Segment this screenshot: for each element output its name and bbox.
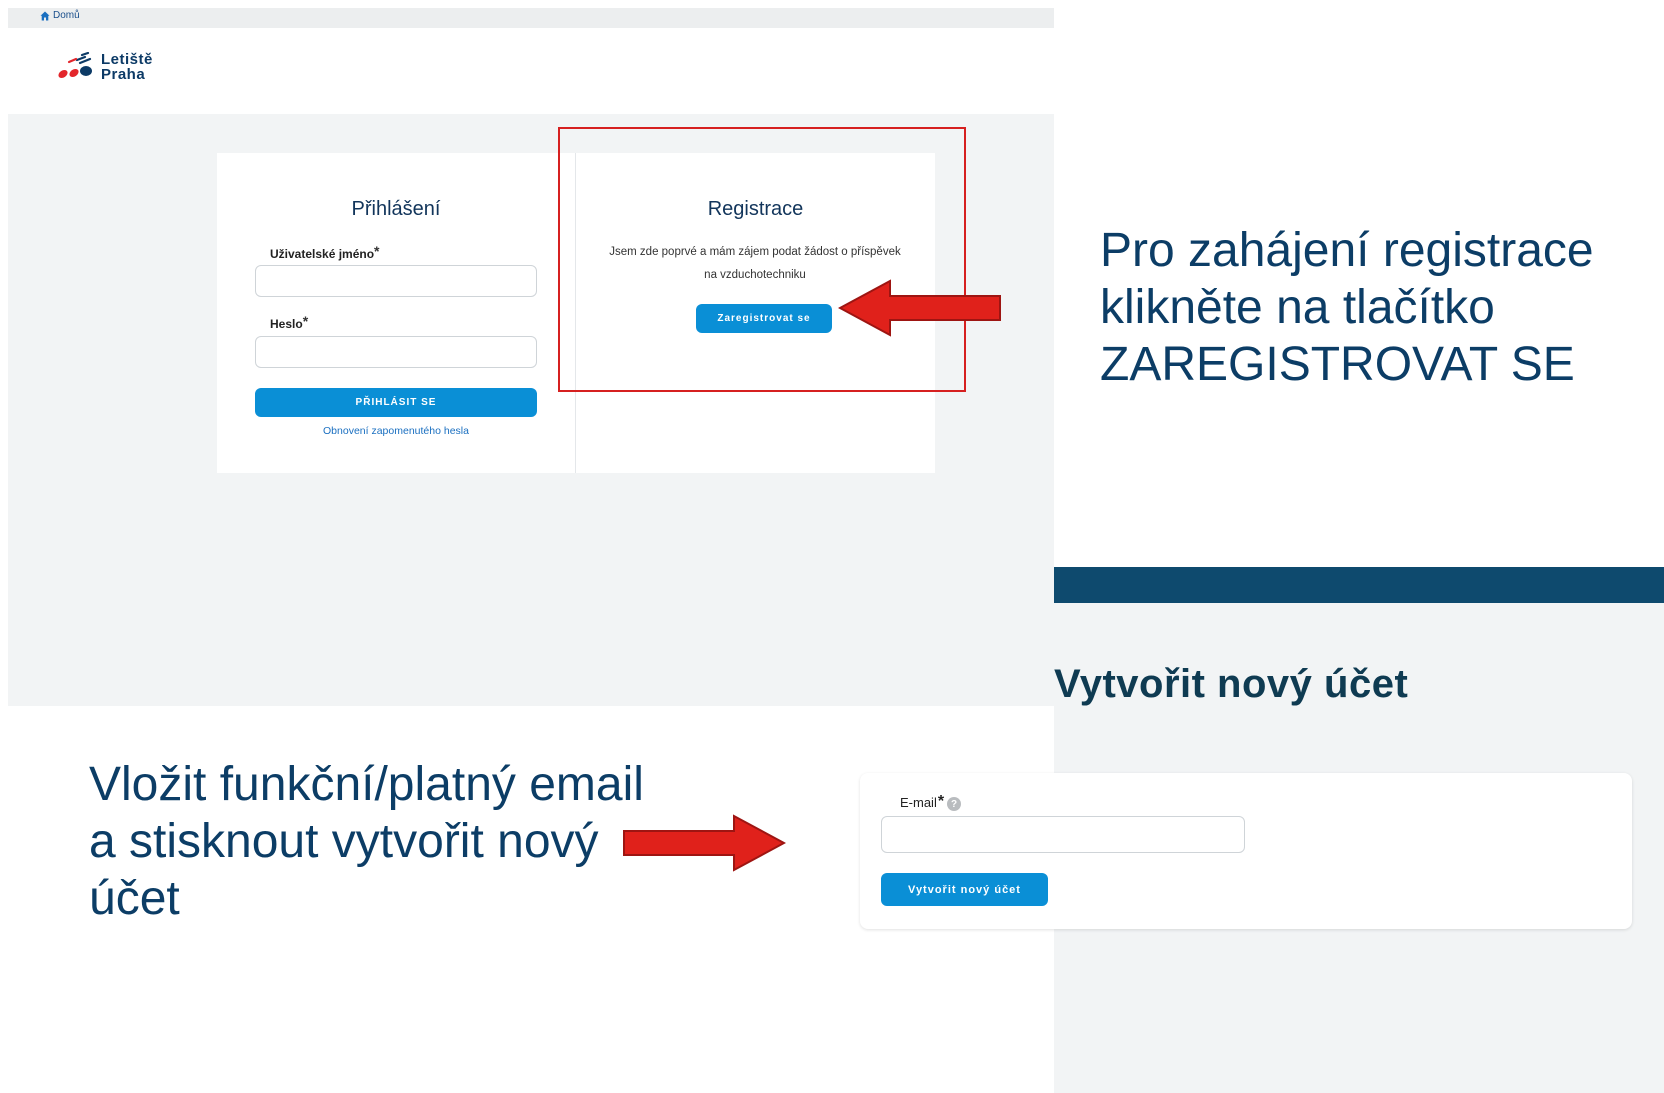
password-label-text: Heslo <box>270 317 303 331</box>
email-input[interactable] <box>881 816 1245 853</box>
create-account-header <box>1054 452 1664 569</box>
login-page-screenshot: Domů Letiště Praha Přihlášení Uživatelsk… <box>8 8 1054 706</box>
required-mark: * <box>374 243 380 259</box>
login-title: Přihlášení <box>351 198 441 220</box>
required-mark: * <box>937 793 945 810</box>
password-label: Heslo* <box>270 313 308 331</box>
email-instruction-note: Vložit funkční/platný email a stisknout … <box>89 758 644 925</box>
username-label-text: Uživatelské jméno <box>270 247 375 261</box>
top-breadcrumb-bar: Domů <box>8 8 1054 28</box>
logo-line-2: Praha <box>101 66 146 83</box>
logo-text: Letiště Praha <box>101 52 153 82</box>
forgot-password-link[interactable]: Obnovení zapomenutého hesla <box>217 425 575 437</box>
logo-mark-icon <box>58 52 92 79</box>
username-input[interactable] <box>255 265 537 297</box>
username-label: Uživatelské jméno* <box>270 243 380 261</box>
breadcrumb-home-link[interactable]: Domů <box>40 10 80 21</box>
create-account-nav-bar <box>1054 567 1664 603</box>
help-icon[interactable]: ? <box>947 797 962 811</box>
arrow-left-icon <box>838 279 1001 337</box>
home-icon <box>40 11 50 20</box>
required-mark: * <box>302 313 309 329</box>
create-account-title: Vytvořit nový účet <box>1054 662 1409 706</box>
airport-logo[interactable]: Letiště Praha <box>55 52 153 82</box>
create-account-button[interactable]: Vytvořit nový účet <box>881 873 1048 906</box>
register-instruction-note: Pro zahájení registrace klikněte na tlač… <box>1100 224 1594 391</box>
email-label-text: E-mail <box>900 794 937 810</box>
password-input[interactable] <box>255 336 537 368</box>
create-account-card: E-mail * ? Vytvořit nový účet <box>860 773 1632 929</box>
site-header: Letiště Praha <box>8 28 1054 114</box>
email-label: E-mail * ? <box>900 793 962 811</box>
home-link-label: Domů <box>53 10 80 21</box>
login-button[interactable]: PŘIHLÁSIT SE <box>255 388 537 417</box>
registration-highlight-box <box>558 127 966 392</box>
logo-line-1: Letiště <box>101 51 153 68</box>
